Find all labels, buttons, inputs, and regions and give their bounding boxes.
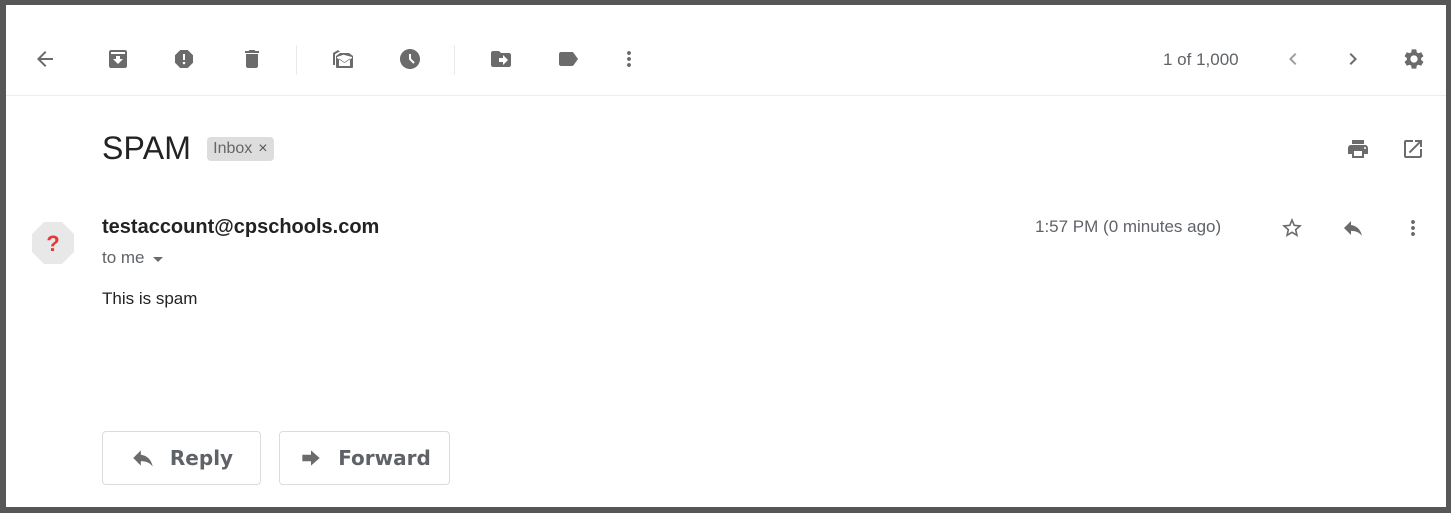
label-chip-inbox[interactable]: Inbox × [207,136,274,161]
email-subject: SPAM [102,130,192,166]
open-in-new-icon [1404,140,1422,158]
message-more-button[interactable] [1398,213,1428,243]
report-spam-button[interactable] [169,44,199,74]
toolbar-divider [296,45,297,75]
delete-button[interactable] [237,44,267,74]
move-to-folder-icon [491,51,511,67]
back-arrow-icon [37,51,53,67]
forward-button[interactable]: Forward [279,431,450,485]
older-button[interactable] [1338,44,1368,74]
print-button[interactable] [1343,134,1373,164]
more-options-button[interactable] [614,44,644,74]
recipient-details-toggle[interactable]: to me [102,248,163,268]
sender-avatar: ? [30,220,76,266]
settings-button[interactable] [1399,44,1429,74]
chevron-left-icon [1289,53,1297,65]
forward-button-label: Forward [338,446,431,470]
archive-button[interactable] [103,44,133,74]
mark-unread-icon [333,50,353,68]
reply-button-label: Reply [169,446,234,470]
back-button[interactable] [30,44,60,74]
open-new-window-button[interactable] [1398,134,1428,164]
labels-button[interactable] [553,44,583,74]
svg-text:?: ? [46,231,59,256]
snooze-button[interactable] [395,44,425,74]
unknown-sender-icon: ? [32,222,74,264]
gear-icon [1404,49,1424,69]
message-body: This is spam [102,289,198,308]
more-vert-icon [1411,220,1415,236]
gmail-message-view: 1 of 1,000 SPAM Inbox × ? testaccount@cp… [6,5,1446,507]
star-outline-icon [1282,218,1302,237]
report-spam-icon [175,50,193,68]
newer-button[interactable] [1278,44,1308,74]
print-icon [1348,140,1368,158]
star-button[interactable] [1277,213,1307,243]
label-icon [559,52,578,66]
mark-unread-button[interactable] [328,44,358,74]
message-timestamp: 1:57 PM (0 minutes ago) [1035,217,1222,236]
label-chip-text: Inbox [213,139,253,157]
archive-icon [109,50,127,68]
reply-button[interactable]: Reply [102,431,261,485]
delete-icon [245,50,259,68]
sender-email: testaccount@cpschools.com [102,216,380,238]
recipient-text: to me [102,248,145,267]
move-to-button[interactable] [486,44,516,74]
reply-icon [133,450,153,467]
caret-down-icon [152,256,163,262]
forward-arrow-icon [302,450,320,466]
pagination-count: 1 of 1,000 [1163,50,1239,69]
message-toolbar: 1 of 1,000 [6,5,1446,96]
more-vert-icon [627,51,631,67]
toolbar-divider [454,45,455,75]
remove-label-icon[interactable]: × [258,140,267,158]
reply-icon [1344,221,1362,236]
reply-icon-button[interactable] [1338,213,1368,243]
chevron-right-icon [1349,53,1357,65]
subject-row: SPAM Inbox × [102,130,274,167]
snooze-icon [400,49,420,69]
